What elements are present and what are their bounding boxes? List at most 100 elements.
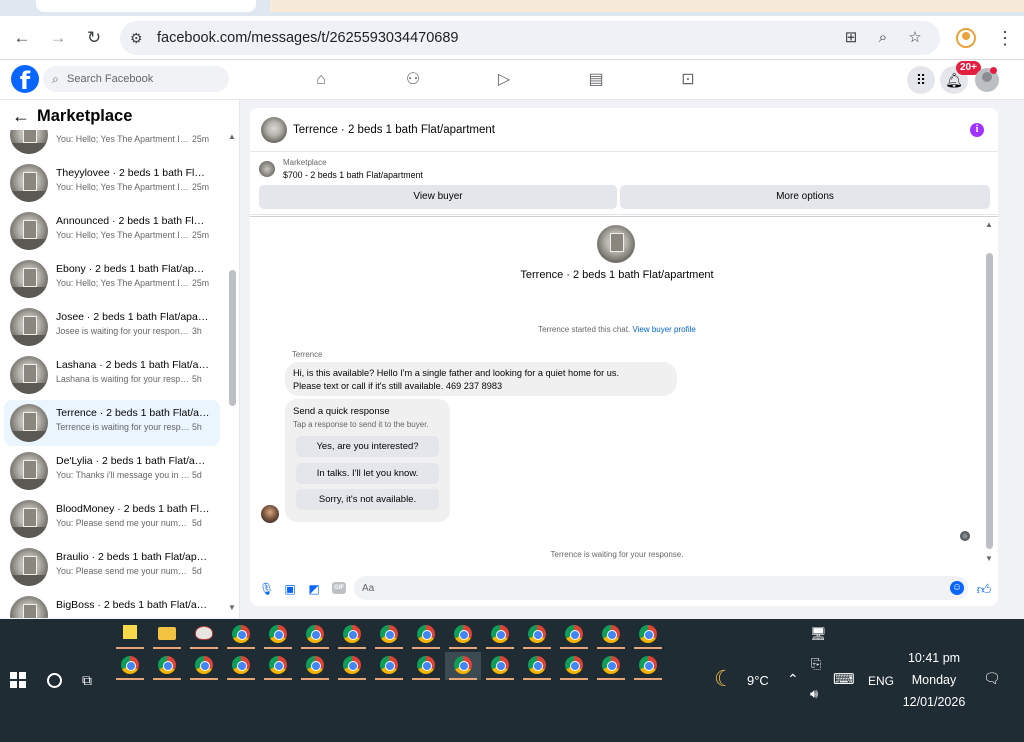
scroll-up-arrow-icon[interactable]: ▲	[985, 220, 993, 229]
listing-thumbnail[interactable]	[259, 161, 275, 177]
site-settings-icon[interactable]: ⚙	[130, 30, 146, 46]
chrome-taskbar-icon[interactable]	[556, 621, 592, 649]
marketplace-icon[interactable]: ▤	[585, 70, 607, 90]
conversation-item[interactable]: Josee · 2 beds 1 bath Flat/apartment Jose…	[4, 304, 220, 350]
conversation-item[interactable]: Ebony · 2 beds 1 bath Flat/apartment You:…	[4, 256, 220, 302]
chrome-taskbar-icon[interactable]	[260, 621, 296, 649]
browser-profile-icon[interactable]	[956, 28, 976, 48]
show-hidden-icons-chevron-icon[interactable]: ⌃	[787, 671, 799, 688]
thumbs-up-icon[interactable]: 👍︎	[976, 581, 992, 597]
chrome-taskbar-icon[interactable]	[334, 652, 370, 680]
clock-date[interactable]: 12/01/2026	[897, 695, 971, 709]
scroll-down-arrow-icon[interactable]: ▼	[228, 603, 236, 612]
input-language[interactable]: ENG	[868, 674, 894, 688]
facebook-logo-icon[interactable]: f	[11, 65, 39, 93]
chrome-taskbar-icon[interactable]	[223, 621, 259, 649]
scroll-up-arrow-icon[interactable]: ▲	[228, 132, 236, 141]
browser-tab[interactable]	[36, 0, 256, 12]
action-center-icon[interactable]: 🗨︎	[983, 670, 1001, 686]
conversation-item[interactable]: Announced · 2 beds 1 bath Flat/apartment…	[4, 208, 220, 254]
task-view-icon[interactable]: ⧉	[82, 672, 98, 688]
browser-tab-inactive[interactable]	[270, 0, 1024, 12]
chrome-taskbar-icon[interactable]	[260, 652, 296, 680]
photo-icon[interactable]: ▣	[283, 582, 297, 596]
reload-icon[interactable]: ↻	[82, 26, 106, 50]
bookmark-star-icon[interactable]: ☆	[906, 29, 924, 47]
buyer-message-bubble[interactable]: Hi, is this available? Hello I'm a singl…	[285, 362, 677, 396]
video-icon[interactable]: ▷	[493, 70, 515, 90]
search-circle-icon[interactable]	[47, 673, 62, 688]
quick-response-yes-button[interactable]: Yes, are you interested?	[296, 436, 439, 457]
chrome-taskbar-icon[interactable]	[297, 652, 333, 680]
sidebar-scrollbar[interactable]	[229, 270, 236, 406]
home-icon[interactable]: ⌂	[310, 70, 332, 90]
sticky-notes-taskbar-icon[interactable]	[112, 621, 148, 649]
chrome-taskbar-icon[interactable]	[371, 652, 407, 680]
chrome-taskbar-icon[interactable]	[630, 621, 666, 649]
view-buyer-profile-link[interactable]: View buyer profile	[632, 325, 695, 334]
back-arrow-icon[interactable]: ←	[10, 26, 34, 50]
conversation-item[interactable]: Braulio · 2 beds 1 bath Flat/apartment Yo…	[4, 544, 220, 590]
weather-moon-icon[interactable]: ☾	[714, 667, 734, 691]
volume-icon[interactable]: 🔊︎	[810, 687, 818, 701]
emoji-icon[interactable]: ☺	[950, 581, 964, 595]
sticker-icon[interactable]: ◩	[307, 582, 321, 596]
conversation-item[interactable]: Terrence · 2 beds 1 bath Flat/apartment T…	[4, 400, 220, 446]
scroll-down-arrow-icon[interactable]: ▼	[985, 554, 993, 563]
conversation-item[interactable]: BigBoss · 2 beds 1 bath Flat/apartment	[4, 592, 220, 618]
chrome-taskbar-icon[interactable]	[482, 652, 518, 680]
address-bar[interactable]: ⚙ facebook.com/messages/t/26255930344706…	[120, 21, 940, 55]
meet-now-icon[interactable]: ⎘	[811, 657, 821, 671]
chrome-taskbar-icon[interactable]	[556, 652, 592, 680]
gaming-icon[interactable]: ⊡	[677, 70, 699, 90]
chrome-taskbar-icon[interactable]	[334, 621, 370, 649]
chrome-taskbar-icon[interactable]	[519, 621, 555, 649]
quick-response-in-talks-button[interactable]: In talks. I'll let you know.	[296, 463, 439, 484]
chrome-taskbar-icon[interactable]	[593, 621, 629, 649]
network-icon[interactable]: 🖥︎	[810, 627, 827, 641]
more-options-button[interactable]: More options	[620, 185, 990, 209]
conversation-item[interactable]: Lashana · 2 beds 1 bath Flat/apartment La…	[4, 352, 220, 398]
chrome-taskbar-icon[interactable]	[445, 621, 481, 649]
message-input[interactable]	[362, 580, 932, 596]
chrome-taskbar-icon[interactable]	[186, 652, 222, 680]
microphone-icon[interactable]: 🎙︎	[259, 582, 274, 596]
friends-icon[interactable]: ⚇	[402, 70, 424, 90]
browser-menu-icon[interactable]: ⋮	[996, 28, 1014, 48]
chat-title[interactable]: Terrence · 2 beds 1 bath Flat/apartment	[293, 124, 495, 136]
chat-scrollbar[interactable]	[986, 253, 993, 549]
menu-grid-icon[interactable]: ⠿	[907, 66, 935, 94]
chrome-taskbar-icon[interactable]	[408, 621, 444, 649]
search-input[interactable]	[67, 70, 217, 88]
chrome-taskbar-icon[interactable]	[223, 652, 259, 680]
chrome-taskbar-icon[interactable]	[149, 652, 185, 680]
weather-temperature[interactable]: 9°C	[747, 673, 769, 688]
paint-taskbar-icon[interactable]	[186, 621, 222, 649]
chrome-taskbar-icon[interactable]	[593, 652, 629, 680]
info-icon[interactable]: i	[970, 123, 984, 137]
forward-arrow-icon[interactable]: →	[46, 26, 70, 50]
conversation-item[interactable]: BloodMoney · 2 beds 1 bath Flat/apartmen…	[4, 496, 220, 542]
conversation-item[interactable]: De'Lylia · 2 beds 1 bath Flat/apartment Y…	[4, 448, 220, 494]
back-arrow-icon[interactable]: ←	[12, 107, 30, 125]
listing-price[interactable]: $700 - 2 beds 1 bath Flat/apartment	[283, 170, 423, 180]
sender-avatar[interactable]	[261, 505, 279, 523]
chrome-taskbar-icon[interactable]	[482, 621, 518, 649]
conversation-avatar[interactable]	[597, 225, 635, 263]
chrome-taskbar-icon[interactable]	[408, 652, 444, 680]
chat-avatar[interactable]	[261, 117, 287, 143]
chrome-taskbar-icon[interactable]	[445, 652, 481, 680]
chrome-taskbar-icon[interactable]	[519, 652, 555, 680]
facebook-search[interactable]: ⌕	[43, 66, 229, 92]
clock-time[interactable]: 10:41 pm	[897, 651, 971, 665]
install-app-icon[interactable]: ⊞	[842, 29, 860, 47]
view-buyer-button[interactable]: View buyer	[259, 185, 617, 209]
chrome-taskbar-icon[interactable]	[297, 621, 333, 649]
gif-icon[interactable]: GIF	[332, 582, 346, 594]
chrome-taskbar-icon[interactable]	[630, 652, 666, 680]
windows-start-icon[interactable]	[10, 672, 26, 688]
keyboard-icon[interactable]: ⌨	[833, 672, 855, 687]
zoom-icon[interactable]: ⌕	[874, 29, 892, 47]
chrome-taskbar-icon[interactable]	[112, 652, 148, 680]
file-explorer-taskbar-icon[interactable]	[149, 621, 185, 649]
